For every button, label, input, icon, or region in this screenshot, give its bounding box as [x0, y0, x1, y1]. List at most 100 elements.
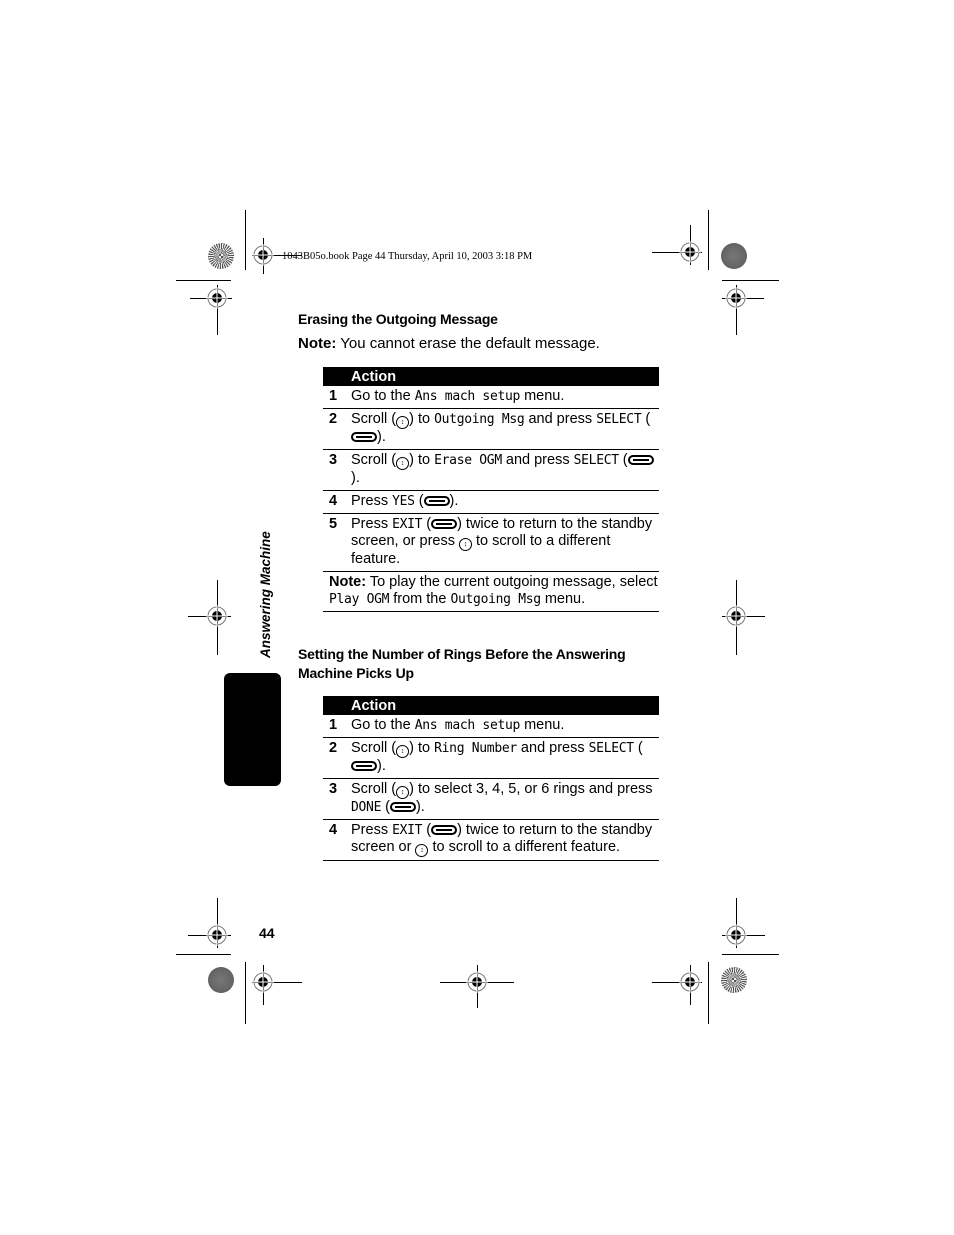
- scroll-key-icon: ↕: [396, 457, 410, 470]
- step-text: (: [381, 799, 390, 815]
- section-heading: Setting the Number of Rings Before the A…: [298, 646, 626, 681]
- display-text: DONE: [351, 800, 382, 815]
- color-bar-starburst-icon: [721, 967, 747, 993]
- display-text: SELECT: [588, 741, 634, 756]
- step-text: and press: [524, 411, 597, 427]
- crop-line: [708, 210, 709, 270]
- step-text: menu.: [540, 591, 586, 607]
- registration-target-icon: [206, 287, 228, 309]
- step-text: ) to select 3, 4, 5, or 6 rings and pres…: [409, 781, 653, 797]
- crop-line: [176, 280, 231, 281]
- step-text: (: [618, 452, 628, 468]
- soft-key-icon: [351, 432, 377, 443]
- table-row: 1 Go to the Ans mach setup menu.: [323, 715, 659, 738]
- scroll-key-icon: ↕: [396, 786, 410, 799]
- step-text: and press: [516, 740, 589, 756]
- table-note: Note: To play the current outgoing messa…: [323, 571, 659, 612]
- action-table-rings: Action 1 Go to the Ans mach setup menu. 2 S…: [323, 696, 659, 861]
- step-text: Go to the: [351, 717, 415, 733]
- registration-target-icon: [252, 971, 274, 993]
- scroll-key-icon: ↕: [396, 745, 410, 758]
- step-number: 3: [323, 778, 351, 820]
- table-header: Action: [323, 696, 659, 715]
- registration-target-icon: [252, 244, 274, 266]
- step-text: Press: [351, 493, 393, 509]
- table-row: 2 Scroll (↕) to Ring Number and press SEL…: [323, 737, 659, 779]
- step-instruction: Press YES ().: [351, 490, 659, 514]
- registration-target-icon: [725, 287, 747, 309]
- color-bar-starburst-icon: [208, 967, 234, 993]
- table-row: 5 Press EXIT () twice to return to the st…: [323, 513, 659, 572]
- table-note-row: Note: To play the current outgoing messa…: [323, 571, 659, 612]
- crop-line: [708, 962, 709, 1024]
- registration-target-icon: [466, 971, 488, 993]
- table-row: 1 Go to the Ans mach setup menu.: [323, 386, 659, 409]
- step-text: (: [641, 411, 651, 427]
- step-number: 1: [323, 715, 351, 738]
- step-instruction: Scroll (↕) to Outgoing Msg and press SEL…: [351, 408, 659, 450]
- step-text: To play the current outgoing message, se…: [366, 574, 658, 590]
- display-text: Outgoing Msg: [450, 592, 541, 607]
- step-text: ) to: [409, 411, 435, 427]
- display-text: Ans mach setup: [414, 718, 521, 733]
- registration-target-icon: [679, 241, 701, 263]
- step-text: (: [422, 516, 432, 532]
- registration-target-icon: [206, 924, 228, 946]
- print-slug: 1043B05o.book Page 44 Thursday, April 10…: [282, 251, 533, 262]
- step-number: 2: [323, 408, 351, 450]
- step-text: ).: [377, 429, 386, 445]
- step-instruction: Scroll (↕) to Ring Number and press SELE…: [351, 737, 659, 779]
- crop-line: [245, 210, 246, 270]
- display-text: Erase OGM: [434, 453, 502, 468]
- step-text: Press: [351, 516, 393, 532]
- step-number: 2: [323, 737, 351, 779]
- step-text: from the: [389, 591, 451, 607]
- soft-key-icon: [627, 455, 654, 466]
- soft-key-icon: [351, 761, 377, 772]
- step-instruction: Go to the Ans mach setup menu.: [351, 386, 659, 409]
- registration-target-icon: [725, 924, 747, 946]
- crop-line: [245, 962, 246, 1024]
- soft-key-icon: [423, 496, 450, 507]
- step-text: to scroll to a different feature.: [428, 839, 621, 855]
- color-bar-starburst-icon: [208, 243, 234, 269]
- step-text: Press: [351, 822, 393, 838]
- step-number: 4: [323, 819, 351, 861]
- step-text: Scroll (: [351, 781, 397, 797]
- crop-line: [722, 954, 779, 955]
- chapter-thumb-tab: [224, 673, 281, 786]
- table-row: 3 Scroll (↕) to Erase OGM and press SELEC…: [323, 449, 659, 491]
- step-text: Scroll (: [351, 452, 397, 468]
- scroll-key-icon: ↕: [415, 844, 429, 857]
- step-number: 3: [323, 449, 351, 491]
- table-row: 2 Scroll (↕) to Outgoing Msg and press SE…: [323, 408, 659, 450]
- step-text: ).: [449, 493, 459, 509]
- step-instruction: Scroll (↕) to select 3, 4, 5, or 6 rings…: [351, 778, 659, 820]
- soft-key-icon: [431, 519, 458, 530]
- registration-target-icon: [725, 605, 747, 627]
- display-text: YES: [392, 494, 415, 509]
- display-text: Ring Number: [434, 741, 517, 756]
- crop-line: [176, 954, 231, 955]
- chapter-side-label: Answering Machine: [258, 531, 273, 658]
- display-text: Ans mach setup: [414, 389, 521, 404]
- scroll-key-icon: ↕: [459, 538, 472, 551]
- note: Note: You cannot erase the default messa…: [298, 335, 600, 352]
- step-text: (: [422, 822, 432, 838]
- step-number: 5: [323, 513, 351, 572]
- section-heading: Erasing the Outgoing Message: [298, 311, 498, 327]
- registration-target-icon: [206, 605, 228, 627]
- step-text: and press: [501, 452, 574, 468]
- scroll-key-icon: ↕: [396, 416, 410, 429]
- soft-key-icon: [431, 825, 458, 836]
- display-text: EXIT: [392, 517, 423, 532]
- step-text: ).: [351, 470, 360, 486]
- step-number: 4: [323, 490, 351, 514]
- registration-target-icon: [679, 971, 701, 993]
- step-number: 1: [323, 386, 351, 409]
- table-row: 4 Press EXIT () twice to return to the st…: [323, 819, 659, 861]
- step-instruction: Scroll (↕) to Erase OGM and press SELECT…: [351, 449, 659, 491]
- step-text: ).: [377, 758, 386, 774]
- display-text: EXIT: [392, 823, 423, 838]
- step-text: menu.: [520, 717, 565, 733]
